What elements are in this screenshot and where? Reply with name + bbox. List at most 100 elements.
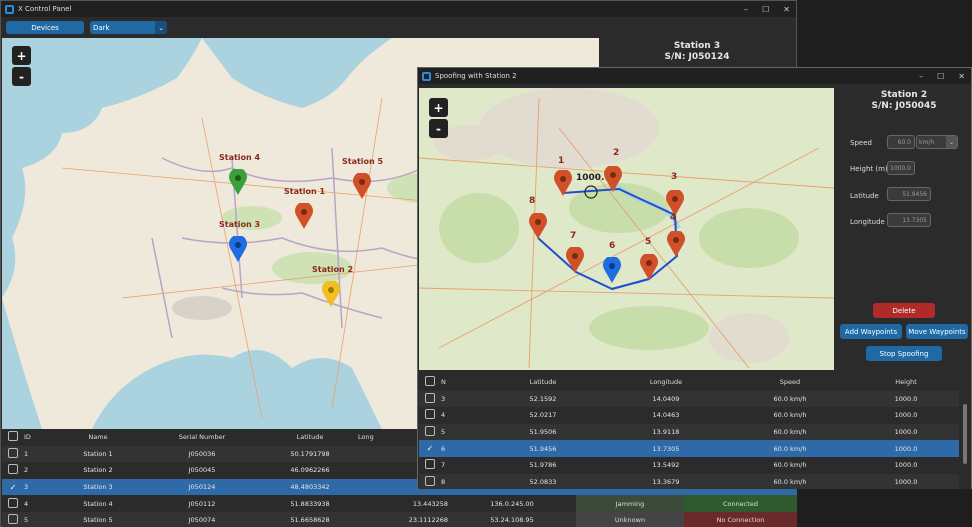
table-row[interactable]: 3 52.1592 14.0409 60.0 km/h 1000.0	[419, 390, 959, 408]
cell-status-connection: Connected	[684, 495, 797, 512]
table-row[interactable]: 8 52.0833 13.3679 60.0 km/h 1000.0	[419, 473, 959, 489]
cell-name: Station 5	[83, 516, 113, 525]
waypoint-8[interactable]: 8	[528, 196, 548, 241]
cell-latitude: 52.0833	[529, 477, 557, 486]
select-all-checkbox[interactable]	[8, 431, 18, 442]
waypoint-5-label: 5	[645, 237, 652, 247]
map-pin-icon	[229, 167, 247, 195]
speed-unit-select[interactable]: km/h ⌄	[916, 135, 958, 149]
maximize-icon[interactable]: ☐	[762, 5, 769, 14]
minimize-icon[interactable]: –	[744, 5, 748, 14]
waypoint-2[interactable]: 2	[603, 148, 623, 194]
table-row[interactable]: 4 52.0217 14.0463 60.0 km/h 1000.0	[419, 407, 959, 424]
spoof-zoom-in-button[interactable]: +	[429, 98, 448, 117]
marker-station-4[interactable]: Station 4	[219, 153, 260, 197]
theme-select[interactable]: Dark ⌄	[90, 21, 167, 34]
waypoint-7[interactable]: 7	[565, 231, 585, 275]
marker-station-1[interactable]: Station 1	[284, 187, 325, 231]
cell-height: 1000.0	[894, 477, 918, 486]
speed-input[interactable]: 60.0	[887, 135, 915, 149]
row-checkbox[interactable]	[8, 514, 18, 525]
chevron-down-icon[interactable]: ⌄	[946, 136, 957, 148]
speed-label: Speed	[850, 139, 872, 147]
table-scrollbar[interactable]	[963, 404, 967, 464]
cell-height: 1000.0	[894, 411, 918, 420]
cell-longitude: 13.7305	[652, 444, 680, 453]
map-pin-icon	[604, 164, 622, 192]
close-icon[interactable]: ✕	[958, 72, 965, 81]
maximize-icon[interactable]: ☐	[937, 72, 944, 81]
delete-button[interactable]: Delete	[873, 303, 935, 318]
cell-serial: J050045	[188, 466, 216, 475]
waypoint-6[interactable]: 6	[602, 241, 622, 285]
cell-longitude: 13.5492	[652, 461, 680, 470]
stop-spoofing-button[interactable]: Stop Spoofing	[866, 346, 942, 361]
height-input[interactable]: 1000.0	[887, 161, 915, 175]
checkmark-icon[interactable]: ✓	[427, 444, 434, 453]
column-header-id: ID	[24, 433, 31, 442]
marker-station-3[interactable]: Station 3	[219, 220, 260, 264]
cell-speed: 60.0 km/h	[773, 411, 807, 420]
close-icon[interactable]: ✕	[783, 5, 790, 14]
table-row-selected[interactable]: ✓ 6 51.9456 13.7305 60.0 km/h 1000.0	[419, 440, 959, 457]
spoofing-window: Spoofing with Station 2 – ☐ ✕ 1000.0 1 2…	[417, 67, 972, 489]
table-row[interactable]: 4 Station 4 J050112 51.8833938 13.443258…	[2, 495, 797, 512]
map-pin-icon	[603, 255, 621, 283]
spoofing-window-title: Spoofing with Station 2	[435, 72, 517, 80]
cell-n: 4	[441, 411, 446, 420]
table-header: N Latitude Longitude Speed Height	[419, 374, 959, 391]
waypoint-4[interactable]: 4	[666, 213, 686, 259]
waypoint-7-label: 7	[570, 231, 577, 241]
cell-serial: J050036	[188, 449, 216, 458]
spoofing-titlebar: Spoofing with Station 2 – ☐ ✕	[418, 68, 971, 84]
waypoint-3-label: 3	[671, 172, 678, 182]
minimize-icon[interactable]: –	[919, 72, 923, 81]
cell-name: Station 4	[83, 499, 113, 508]
row-checkbox[interactable]	[425, 459, 435, 470]
row-checkbox[interactable]	[425, 409, 435, 420]
main-station-header: Station 3	[673, 41, 721, 51]
waypoint-4-label: 4	[670, 213, 677, 223]
cell-n: 3	[441, 394, 446, 403]
add-waypoints-button[interactable]: Add Waypoints	[840, 324, 902, 339]
longitude-input[interactable]: 13.7305	[887, 213, 931, 227]
checkmark-icon[interactable]: ✓	[10, 483, 17, 492]
cell-speed: 60.0 km/h	[773, 394, 807, 403]
main-zoom-out-button[interactable]: -	[12, 67, 31, 86]
spoofing-map-background	[419, 88, 834, 370]
map-pin-icon	[353, 171, 371, 199]
select-all-checkbox[interactable]	[425, 376, 435, 387]
spoof-zoom-out-button[interactable]: -	[429, 119, 448, 138]
row-checkbox[interactable]	[8, 447, 18, 458]
chevron-down-icon[interactable]: ⌄	[155, 21, 167, 34]
table-row[interactable]: 5 51.9506 13.9118 60.0 km/h 1000.0	[419, 423, 959, 441]
table-row[interactable]: 5 Station 5 J050074 51.6658628 23.111226…	[2, 511, 797, 527]
row-checkbox[interactable]	[425, 392, 435, 403]
map-pin-icon	[554, 168, 572, 196]
devices-button[interactable]: Devices	[6, 21, 84, 34]
cell-id: 5	[24, 516, 29, 525]
cell-speed: 60.0 km/h	[773, 477, 807, 486]
move-waypoints-button[interactable]: Move Waypoints	[906, 324, 968, 339]
cell-longitude: 14.0409	[652, 394, 680, 403]
marker-station-5[interactable]: Station 5	[342, 157, 383, 201]
row-checkbox[interactable]	[8, 497, 18, 508]
latitude-input[interactable]: 51.9456	[887, 187, 931, 201]
table-row[interactable]: 7 51.9786 13.5492 60.0 km/h 1000.0	[419, 456, 959, 474]
row-checkbox[interactable]	[8, 464, 18, 475]
cell-latitude: 51.9786	[529, 461, 557, 470]
app-icon	[5, 4, 14, 14]
spoofing-map[interactable]: 1000.0 1 2 3 4 5 6 7 8 + -	[419, 88, 834, 370]
cell-longitude: 13.443258	[412, 499, 448, 508]
waypoint-1[interactable]: 1	[553, 156, 573, 198]
column-header-name: Name	[88, 433, 108, 442]
waypoint-1-label: 1	[558, 156, 565, 166]
marker-station-2[interactable]: Station 2	[312, 265, 353, 309]
spoof-station-header: Station 2	[880, 90, 928, 100]
row-checkbox[interactable]	[425, 475, 435, 486]
waypoint-5[interactable]: 5	[639, 237, 659, 282]
row-checkbox[interactable]	[425, 426, 435, 437]
main-zoom-in-button[interactable]: +	[12, 46, 31, 65]
cell-speed: 60.0 km/h	[773, 461, 807, 470]
app-icon	[422, 71, 431, 81]
